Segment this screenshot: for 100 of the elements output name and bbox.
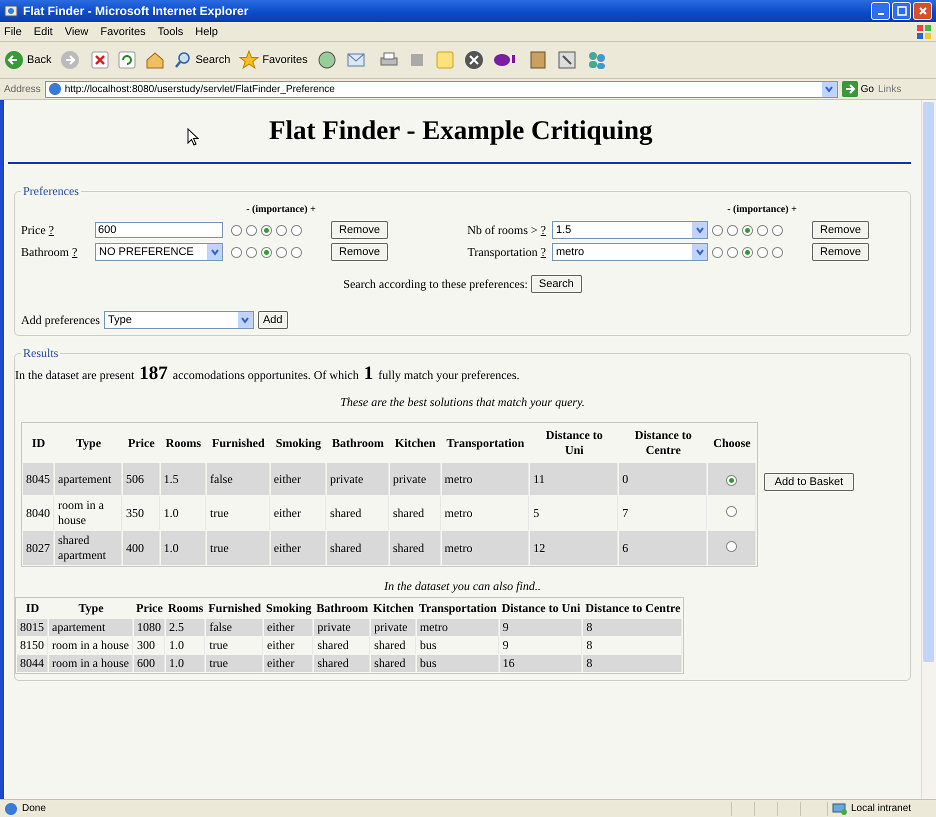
importance-radio[interactable] [231, 246, 242, 258]
importance-radio[interactable] [276, 224, 287, 236]
choose-radio[interactable] [726, 474, 737, 486]
importance-radio[interactable] [757, 246, 768, 258]
table-cell: shared [371, 637, 416, 654]
importance-radio[interactable] [261, 246, 272, 258]
table-cell: true [206, 637, 264, 654]
importance-radio[interactable] [712, 224, 723, 236]
table-cell: private [327, 463, 389, 495]
refresh-icon[interactable] [118, 51, 136, 69]
table-cell: shared [327, 531, 389, 565]
close-circle-icon[interactable] [464, 50, 484, 70]
importance-radio[interactable] [712, 246, 723, 258]
menu-item[interactable]: View [64, 26, 88, 38]
importance-radio[interactable] [276, 246, 287, 258]
menu-item[interactable]: Tools [158, 26, 184, 38]
importance-radio[interactable] [231, 224, 242, 236]
table-cell: true [207, 496, 270, 530]
stop-icon[interactable] [91, 51, 110, 69]
table-cell: shared [390, 531, 440, 565]
menu-item[interactable]: Edit [34, 26, 53, 38]
column-header: ID [24, 600, 40, 617]
table-cell: metro [442, 463, 530, 495]
close-icon [918, 6, 928, 16]
remove-button[interactable]: Remove [331, 221, 388, 239]
menu-item[interactable]: File [4, 26, 22, 38]
windows-logo-icon [916, 24, 932, 40]
add-to-basket-button[interactable]: Add to Basket [764, 473, 854, 491]
table-cell: 300 [134, 637, 165, 654]
table-caption: In the dataset you can also find.. [383, 579, 542, 594]
table-cell: either [264, 619, 314, 636]
preference-select[interactable]: NO PREFERENCE [95, 243, 223, 261]
table-cell: 600 [134, 655, 165, 672]
preference-select[interactable]: 1.5 [552, 221, 708, 239]
table-cell: 8150 [17, 637, 48, 654]
table-cell: apartement [49, 619, 133, 636]
page-heading: Flat Finder - Example Critiquing [269, 114, 653, 147]
importance-radio[interactable] [261, 224, 272, 236]
favorites-button[interactable]: Favorites [239, 50, 308, 70]
importance-radio[interactable] [727, 246, 738, 258]
help-link[interactable]: ? [540, 244, 546, 258]
column-header: Rooms [164, 434, 202, 452]
browser-icon [4, 4, 18, 18]
importance-radio[interactable] [727, 224, 738, 236]
links-button[interactable]: Links [878, 84, 932, 94]
note-icon[interactable] [434, 50, 455, 70]
table-cell: 2.5 [166, 619, 206, 636]
menu-item[interactable]: Favorites [100, 26, 146, 38]
preference-label: Bathroom ? [21, 244, 78, 260]
close-button[interactable] [913, 2, 932, 20]
table-cell: 1.0 [166, 637, 206, 654]
back-button[interactable]: Back [4, 50, 52, 70]
table-cell: 1.5 [160, 463, 206, 495]
remove-button[interactable]: Remove [812, 243, 869, 261]
choose-radio[interactable] [726, 506, 737, 516]
importance-radio[interactable] [772, 224, 783, 236]
add-button[interactable]: Add [258, 311, 288, 329]
search-button[interactable]: Search [174, 51, 230, 69]
importance-radio[interactable] [772, 246, 783, 258]
column-header: Kitchen [372, 600, 415, 617]
column-header: Choose [712, 434, 752, 452]
table-cell: false [206, 619, 264, 636]
importance-radio[interactable] [291, 246, 302, 258]
table-cell: 6 [619, 531, 708, 565]
column-header: Bathroom [331, 434, 385, 452]
importance-radio[interactable] [757, 224, 768, 236]
minimize-button[interactable] [871, 2, 890, 20]
help-link[interactable]: ? [72, 244, 78, 258]
price-field[interactable]: 600 [95, 222, 223, 238]
remove-button[interactable]: Remove [812, 221, 869, 239]
column-header: Transportation [418, 600, 498, 617]
importance-radio[interactable] [246, 246, 257, 258]
column-header: Furnished [211, 434, 266, 452]
menu-item[interactable]: Help [195, 26, 218, 38]
preference-type-select[interactable]: Type [104, 311, 254, 329]
search-icon [174, 51, 192, 69]
address-field[interactable]: http://localhost:8080/userstudy/servlet/FlatFinder_Preference [44, 80, 838, 98]
home-icon[interactable] [145, 51, 166, 69]
column-header: Type [74, 434, 102, 452]
preference-select[interactable]: metro [552, 243, 708, 261]
importance-radio[interactable] [742, 246, 753, 258]
choose-radio[interactable] [726, 540, 737, 552]
table-cell: 1.0 [160, 496, 206, 530]
table-cell: 8040 [23, 496, 54, 530]
importance-radio[interactable] [291, 224, 302, 236]
table-cell: 8044 [17, 655, 48, 672]
maximize-button[interactable] [892, 2, 911, 20]
search-button[interactable]: Search [530, 275, 582, 293]
preference-label: Price ? [21, 222, 54, 238]
table-cell: room in a house [55, 496, 122, 530]
importance-radio[interactable] [246, 224, 257, 236]
help-link[interactable]: ? [48, 222, 54, 236]
remove-button[interactable]: Remove [331, 243, 388, 261]
book-icon[interactable] [528, 50, 548, 70]
go-button[interactable]: Go [842, 81, 874, 97]
vertical-scrollbar[interactable] [921, 100, 936, 799]
importance-radio[interactable] [742, 224, 753, 236]
table-cell: shared apartment [55, 531, 122, 565]
table-cell: 8015 [17, 619, 48, 636]
help-link[interactable]: ? [540, 222, 546, 236]
